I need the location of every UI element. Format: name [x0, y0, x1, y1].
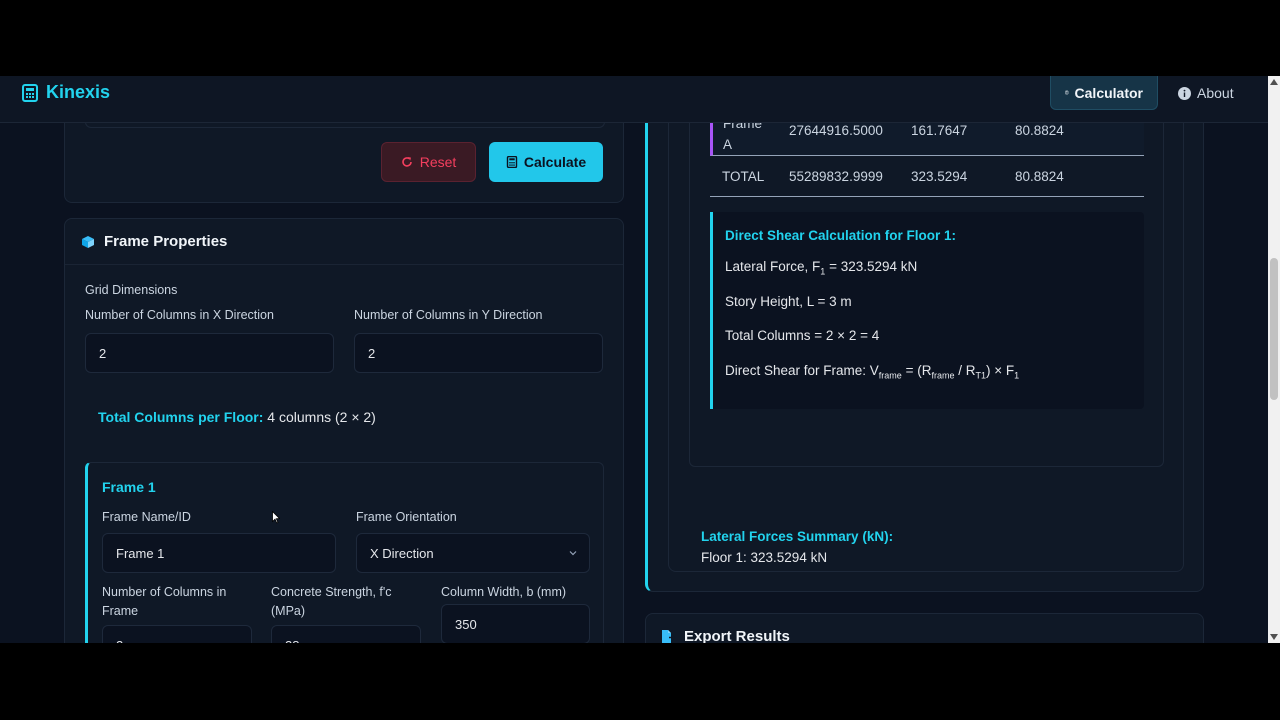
frame-name-input[interactable]: Frame 1: [102, 533, 336, 573]
lateral-force-text: Lateral Force, F: [725, 259, 821, 274]
num-cols-input[interactable]: 2: [102, 625, 252, 643]
export-card: Export Results: [645, 613, 1204, 643]
total-columns-info: Total Columns per Floor: 4 columns (2 × …: [98, 409, 376, 425]
frame-properties-title: Frame Properties: [104, 233, 228, 250]
calculator-icon: [506, 156, 518, 168]
fc-input[interactable]: 28: [271, 625, 421, 643]
direct-shear-title: Direct Shear Calculation for Floor 1:: [725, 228, 957, 243]
nav-about-label: About: [1197, 85, 1234, 101]
frame-orientation-select[interactable]: X Direction: [356, 533, 590, 573]
calculator-icon: [22, 83, 38, 102]
formula-part-c: / R: [954, 363, 976, 378]
formula-part-d: ) × F: [986, 363, 1015, 378]
total-percent: 80.8824: [1015, 169, 1064, 184]
scrollbar-thumb[interactable]: [1270, 258, 1278, 400]
cols-x-label: Number of Columns in X Direction: [85, 308, 274, 322]
info-icon: [1178, 86, 1191, 100]
floor-1-results: Frame A 27644916.5000 161.7647 80.8824 T…: [689, 106, 1164, 467]
formula-part-a: Direct Shear for Frame: V: [725, 363, 879, 378]
direct-shear-box: Direct Shear Calculation for Floor 1: La…: [710, 212, 1144, 409]
page-scrollbar[interactable]: [1268, 76, 1280, 643]
scroll-up-arrow-icon[interactable]: [1270, 79, 1278, 85]
direct-shear-formula: Direct Shear for Frame: Vframe = (Rframe…: [725, 363, 1019, 381]
nav-about-link[interactable]: About: [1164, 76, 1248, 110]
mouse-cursor-icon: [272, 511, 280, 524]
app-viewport: Kinexis Calculator About Reset Calculate…: [0, 76, 1280, 643]
reset-button[interactable]: Reset: [381, 142, 476, 182]
lateral-force-line: Lateral Force, F1 = 323.5294 kN: [725, 259, 917, 277]
row-frame-name-line2: A: [723, 137, 733, 152]
nav-calculator-button[interactable]: Calculator: [1050, 76, 1158, 110]
row-percent: 80.8824: [1015, 123, 1064, 138]
frame-name-label: Frame Name/ID: [102, 510, 191, 524]
frame-name-value: Frame 1: [116, 545, 165, 561]
cube-icon: [82, 235, 94, 248]
frame-1-panel: Frame 1 Frame Name/ID Frame Orientation …: [85, 462, 604, 643]
fc-value: 28: [285, 638, 299, 644]
calculator-icon: [1065, 90, 1069, 95]
chevron-down-icon: [569, 551, 577, 556]
lateral-summary-floor-1: Floor 1: 323.5294 kN: [701, 550, 828, 565]
cols-y-label: Number of Columns in Y Direction: [354, 308, 543, 322]
cols-x-value: 2: [99, 345, 107, 361]
cols-x-input[interactable]: 2: [85, 333, 334, 373]
story-height-line: Story Height, L = 3 m: [725, 294, 852, 309]
table-row-total: TOTAL 55289832.9999 323.5294 80.8824: [710, 157, 1144, 197]
fc-label: Concrete Strength, f'c (MPa): [271, 583, 392, 621]
frame-properties-header: Frame Properties: [65, 219, 623, 265]
total-columns-value: 4 columns (2 × 2): [267, 409, 376, 425]
lateral-summary-title: Lateral Forces Summary (kN):: [701, 529, 894, 544]
formula-sub-4: 1: [1014, 370, 1020, 381]
num-cols-label-line1: Number of Columns in: [102, 585, 227, 599]
total-columns-line: Total Columns = 2 × 2 = 4: [725, 328, 880, 343]
fc-label-line1: Concrete Strength, f'c: [271, 585, 392, 599]
num-cols-label: Number of Columns in Frame: [102, 583, 226, 621]
brand-name: Kinexis: [46, 82, 111, 102]
nav-calculator-label: Calculator: [1074, 84, 1143, 101]
row-shear: 161.7647: [911, 123, 968, 138]
export-header[interactable]: Export Results: [660, 628, 790, 643]
brand[interactable]: Kinexis: [22, 82, 110, 103]
floor-results-panel: Frame A 27644916.5000 161.7647 80.8824 T…: [668, 106, 1184, 572]
cols-y-value: 2: [368, 345, 376, 361]
total-columns-key: Total Columns per Floor:: [98, 409, 264, 425]
grid-dimensions-label: Grid Dimensions: [85, 283, 178, 297]
cols-y-input[interactable]: 2: [354, 333, 603, 373]
results-card: Frame A 27644916.5000 161.7647 80.8824 T…: [645, 106, 1204, 592]
calculate-label: Calculate: [523, 154, 587, 170]
formula-sub-3: T1: [975, 370, 986, 381]
file-export-icon: [662, 630, 675, 643]
frame-orientation-label: Frame Orientation: [356, 510, 457, 524]
num-cols-value: 2: [116, 638, 123, 644]
total-stiffness: 55289832.9999: [789, 169, 883, 184]
redo-icon: [401, 157, 412, 167]
lateral-force-value: = 323.5294 kN: [825, 259, 918, 274]
formula-part-b: = (R: [901, 363, 932, 378]
frame-properties-card: Frame Properties Grid Dimensions Number …: [64, 218, 624, 643]
calculate-button[interactable]: Calculate: [489, 142, 603, 182]
row-stiffness: 27644916.5000: [789, 123, 883, 138]
num-cols-label-line2: Frame: [102, 604, 139, 618]
formula-sub-2: frame: [931, 370, 955, 381]
total-label: TOTAL: [722, 169, 765, 184]
scroll-down-arrow-icon[interactable]: [1270, 634, 1278, 640]
navbar: Kinexis Calculator About: [0, 76, 1268, 123]
frame-orientation-value: X Direction: [370, 545, 434, 561]
fc-label-line2: (MPa): [271, 604, 306, 618]
formula-sub-1: frame: [878, 370, 902, 381]
reset-label: Reset: [419, 154, 457, 170]
total-shear: 323.5294: [911, 169, 968, 184]
column-width-label: Column Width, b (mm): [441, 585, 567, 599]
export-title: Export Results: [684, 628, 790, 643]
column-width-input[interactable]: 350: [441, 604, 590, 643]
column-width-value: 350: [455, 616, 477, 632]
frame-1-title: Frame 1: [102, 479, 156, 495]
